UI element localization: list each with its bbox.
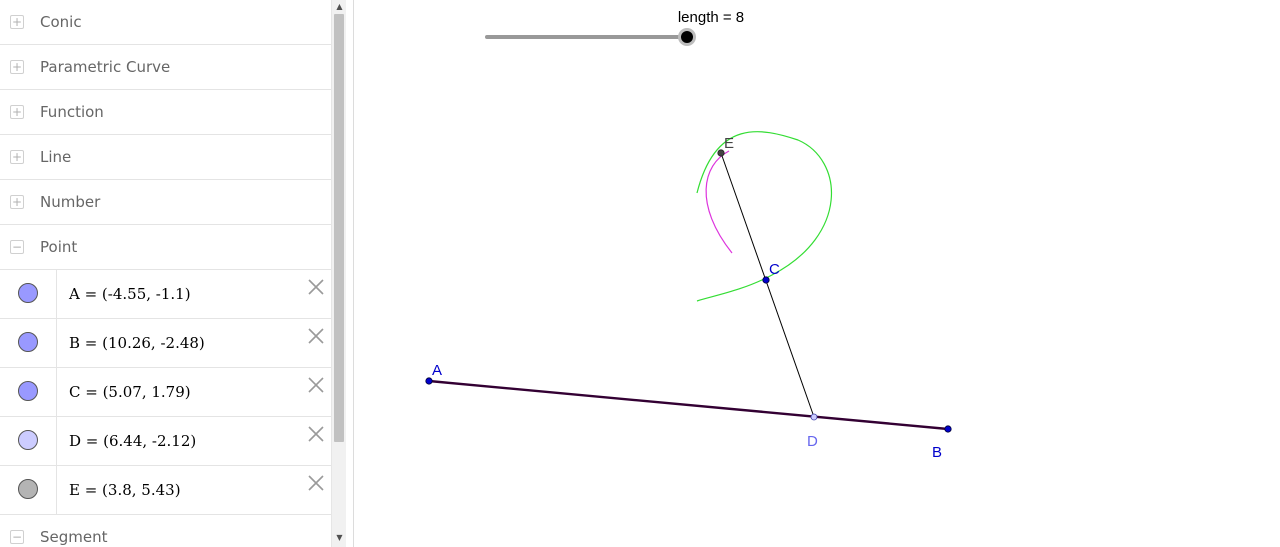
group-label: Point xyxy=(40,238,78,256)
close-icon[interactable] xyxy=(306,424,326,444)
algebra-item-text[interactable]: B = (10.26, -2.48) xyxy=(69,334,205,352)
point-label-c: C xyxy=(769,261,780,278)
group-label: Line xyxy=(40,148,72,166)
algebra-item-b[interactable]: B = (10.26, -2.48) xyxy=(0,319,331,368)
point-label-a: A xyxy=(432,362,442,379)
visibility-toggle[interactable] xyxy=(0,319,57,367)
algebra-panel: + Conic + Parametric Curve + Function + … xyxy=(0,0,346,547)
group-label: Conic xyxy=(40,13,82,31)
algebra-item-d[interactable]: D = (6.44, -2.12) xyxy=(0,417,331,466)
point-marble-icon[interactable] xyxy=(18,479,38,499)
point-label-d: D xyxy=(807,433,818,450)
algebra-item-text[interactable]: C = (5.07, 1.79) xyxy=(69,383,191,401)
group-line[interactable]: + Line xyxy=(0,135,331,180)
group-point[interactable]: − Point xyxy=(0,225,331,270)
visibility-toggle[interactable] xyxy=(0,466,57,514)
point-marble-icon[interactable] xyxy=(18,332,38,352)
scrollbar-thumb[interactable] xyxy=(334,14,344,442)
group-segment[interactable]: − Segment xyxy=(0,515,331,547)
algebra-item-c[interactable]: C = (5.07, 1.79) xyxy=(0,368,331,417)
close-icon[interactable] xyxy=(306,375,326,395)
close-icon[interactable] xyxy=(306,473,326,493)
point-d[interactable] xyxy=(810,413,818,421)
scroll-down-arrow-icon[interactable]: ▼ xyxy=(335,533,344,542)
scroll-up-arrow-icon[interactable]: ▲ xyxy=(335,2,344,11)
point-label-e: E xyxy=(724,135,734,152)
group-function[interactable]: + Function xyxy=(0,90,331,135)
graphics-canvas[interactable]: length = 8 A B C D E xyxy=(354,0,1280,547)
visibility-toggle[interactable] xyxy=(0,368,57,416)
group-number[interactable]: + Number xyxy=(0,180,331,225)
point-marble-icon[interactable] xyxy=(18,381,38,401)
algebra-item-text[interactable]: A = (-4.55, -1.1) xyxy=(69,285,191,303)
panel-divider[interactable] xyxy=(346,0,354,547)
group-label: Number xyxy=(40,193,101,211)
slider-label: length = 8 xyxy=(678,9,744,26)
close-icon[interactable] xyxy=(306,277,326,297)
group-conic[interactable]: + Conic xyxy=(0,0,331,45)
group-label: Function xyxy=(40,103,104,121)
algebra-item-text[interactable]: E = (3.8, 5.43) xyxy=(69,481,181,499)
locus-curve-magenta[interactable] xyxy=(705,150,733,254)
plus-icon[interactable]: + xyxy=(10,195,24,209)
point-b[interactable] xyxy=(944,425,952,433)
plus-icon[interactable]: + xyxy=(10,60,24,74)
slider-knob[interactable] xyxy=(681,31,693,43)
algebra-item-a[interactable]: A = (-4.55, -1.1) xyxy=(0,270,331,319)
plus-icon[interactable]: + xyxy=(10,150,24,164)
visibility-toggle[interactable] xyxy=(0,417,57,465)
minus-icon[interactable]: − xyxy=(10,530,24,544)
group-label: Segment xyxy=(40,528,108,546)
minus-icon[interactable]: − xyxy=(10,240,24,254)
algebra-item-text[interactable]: D = (6.44, -2.12) xyxy=(69,432,196,450)
algebra-scrollbar[interactable]: ▲ ▼ xyxy=(331,0,346,547)
point-marble-icon[interactable] xyxy=(18,430,38,450)
point-marble-icon[interactable] xyxy=(18,283,38,303)
plus-icon[interactable]: + xyxy=(10,105,24,119)
group-parametric-curve[interactable]: + Parametric Curve xyxy=(0,45,331,90)
plus-icon[interactable]: + xyxy=(10,15,24,29)
graphics-view[interactable]: length = 8 A B C D E xyxy=(354,0,1280,547)
group-label: Parametric Curve xyxy=(40,58,171,76)
close-icon[interactable] xyxy=(306,326,326,346)
point-label-b: B xyxy=(932,444,942,461)
visibility-toggle[interactable] xyxy=(0,270,57,318)
algebra-list: + Conic + Parametric Curve + Function + … xyxy=(0,0,331,547)
algebra-item-e[interactable]: E = (3.8, 5.43) xyxy=(0,466,331,515)
segment-ed[interactable] xyxy=(720,152,815,418)
segment-ab[interactable] xyxy=(428,379,949,431)
